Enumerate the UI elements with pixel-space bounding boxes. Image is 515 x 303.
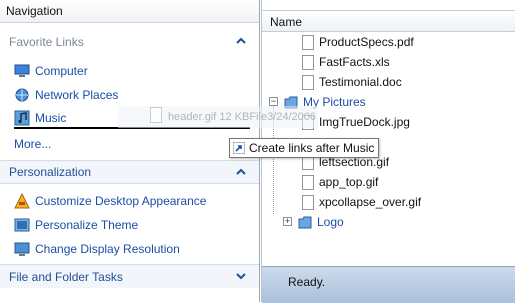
file-name: xpcollapse_over.gif <box>319 195 422 209</box>
file-name: FastFacts.xls <box>319 55 390 69</box>
favorite-link-label: Music <box>35 111 67 125</box>
drop-tooltip-text: Create links after Music <box>249 141 375 155</box>
favorite-links-header[interactable]: Favorite Links <box>0 30 259 54</box>
file-folder-tasks-header[interactable]: File and Folder Tasks <box>0 264 259 288</box>
file-row[interactable]: xpcollapse_over.gif <box>302 192 421 212</box>
name-column-header[interactable]: Name <box>262 10 515 32</box>
personalization-header[interactable]: Personalization <box>0 160 259 184</box>
file-name: ProductSpecs.pdf <box>319 35 414 49</box>
shortcut-arrow-icon <box>233 142 245 154</box>
favorite-link-music[interactable]: Music <box>14 109 66 127</box>
theme-icon <box>14 218 30 232</box>
document-icon <box>302 54 314 70</box>
more-links-label: More... <box>14 137 52 151</box>
chevron-up-icon[interactable] <box>235 35 247 47</box>
personalization-link-display-resolution[interactable]: Change Display Resolution <box>14 240 180 258</box>
favorite-link-network-places[interactable]: Network Places <box>14 86 118 104</box>
personalization-link-label: Change Display Resolution <box>35 242 180 256</box>
file-row[interactable]: ImgTrueDock.jpg <box>302 112 410 132</box>
drag-ghost-item: header.gif 12 KBFile3/24/2006 <box>118 106 318 128</box>
file-name: app_top.gif <box>319 175 379 189</box>
personalization-link-theme[interactable]: Personalize Theme <box>14 216 138 234</box>
network-icon <box>15 88 29 102</box>
favorite-links-title: Favorite Links <box>9 35 84 49</box>
chevron-up-icon[interactable] <box>235 166 247 178</box>
collapse-toggle-icon[interactable]: − <box>269 97 278 106</box>
folder-row-logo[interactable]: Logo <box>298 212 344 232</box>
appearance-icon <box>14 193 30 209</box>
file-row[interactable]: FastFacts.xls <box>302 52 390 72</box>
more-links-link[interactable]: More... <box>14 135 51 153</box>
document-icon <box>302 74 314 90</box>
drag-ghost-document-icon <box>150 107 162 123</box>
file-row[interactable]: Testimonial.doc <box>302 72 402 92</box>
file-name: ImgTrueDock.jpg <box>319 115 410 129</box>
display-icon <box>14 242 30 256</box>
personalization-link-customize-desktop[interactable]: Customize Desktop Appearance <box>14 192 206 210</box>
favorite-link-label: Computer <box>35 64 88 78</box>
document-icon <box>302 194 314 210</box>
document-icon <box>302 174 314 190</box>
document-icon <box>302 34 314 50</box>
file-row[interactable]: ProductSpecs.pdf <box>302 32 414 52</box>
file-folder-tasks-title: File and Folder Tasks <box>9 269 123 284</box>
music-icon <box>14 110 30 126</box>
favorite-link-computer[interactable]: Computer <box>14 62 88 80</box>
drag-ghost-label: header.gif 12 KBFile3/24/2006 <box>168 111 317 123</box>
personalization-link-label: Customize Desktop Appearance <box>35 194 207 208</box>
file-row[interactable]: app_top.gif <box>302 172 378 192</box>
navigation-pane: Navigation Favorite Links Computer Netwo… <box>0 0 260 302</box>
personalization-title: Personalization <box>9 165 92 179</box>
computer-icon <box>14 64 30 77</box>
folder-name: Logo <box>317 215 344 229</box>
personalization-link-label: Personalize Theme <box>35 218 139 232</box>
favorite-link-label: Network Places <box>35 88 119 102</box>
chevron-down-icon[interactable] <box>235 270 247 282</box>
folder-icon <box>298 216 312 228</box>
file-name: Testimonial.doc <box>319 75 402 89</box>
navigation-header: Navigation <box>0 0 259 23</box>
expand-toggle-icon[interactable]: + <box>283 217 292 226</box>
drop-tooltip: Create links after Music <box>229 138 380 158</box>
status-text: Ready. <box>288 275 326 289</box>
status-bar: Ready. <box>262 266 515 303</box>
